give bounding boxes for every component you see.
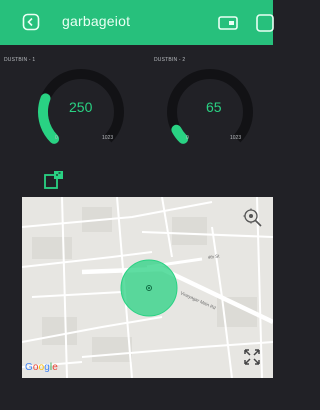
google-logo: Google xyxy=(25,362,58,373)
gps-icon[interactable] xyxy=(242,207,264,229)
back-icon[interactable] xyxy=(22,13,40,31)
window-icon[interactable] xyxy=(255,13,275,33)
terminal-icon[interactable] xyxy=(43,170,65,190)
gauge-1-value: 250 xyxy=(69,99,93,115)
gauge-2-min: 0 xyxy=(186,135,189,141)
gauge-2-label: DUSTBIN - 2 xyxy=(154,57,186,63)
gauge-1-label: DUSTBIN - 1 xyxy=(4,57,36,63)
gauge-1-fill xyxy=(38,93,60,144)
app-title: garbageiot xyxy=(62,13,131,29)
gauge-2-max: 1023 xyxy=(230,135,242,141)
gauge-2-value: 65 xyxy=(206,99,222,115)
device-icon[interactable] xyxy=(217,15,239,31)
expand-icon[interactable] xyxy=(242,347,262,367)
map-widget[interactable]: 4th St Vinayagar Main Rd Google xyxy=(22,197,273,378)
gauge-1-max: 1023 xyxy=(102,135,114,141)
app-header: garbageiot xyxy=(0,0,275,45)
map-canvas[interactable]: 4th St Vinayagar Main Rd xyxy=(22,197,273,378)
gauge-2-fill xyxy=(171,124,189,144)
gauge-1-min: 0 xyxy=(55,135,58,141)
